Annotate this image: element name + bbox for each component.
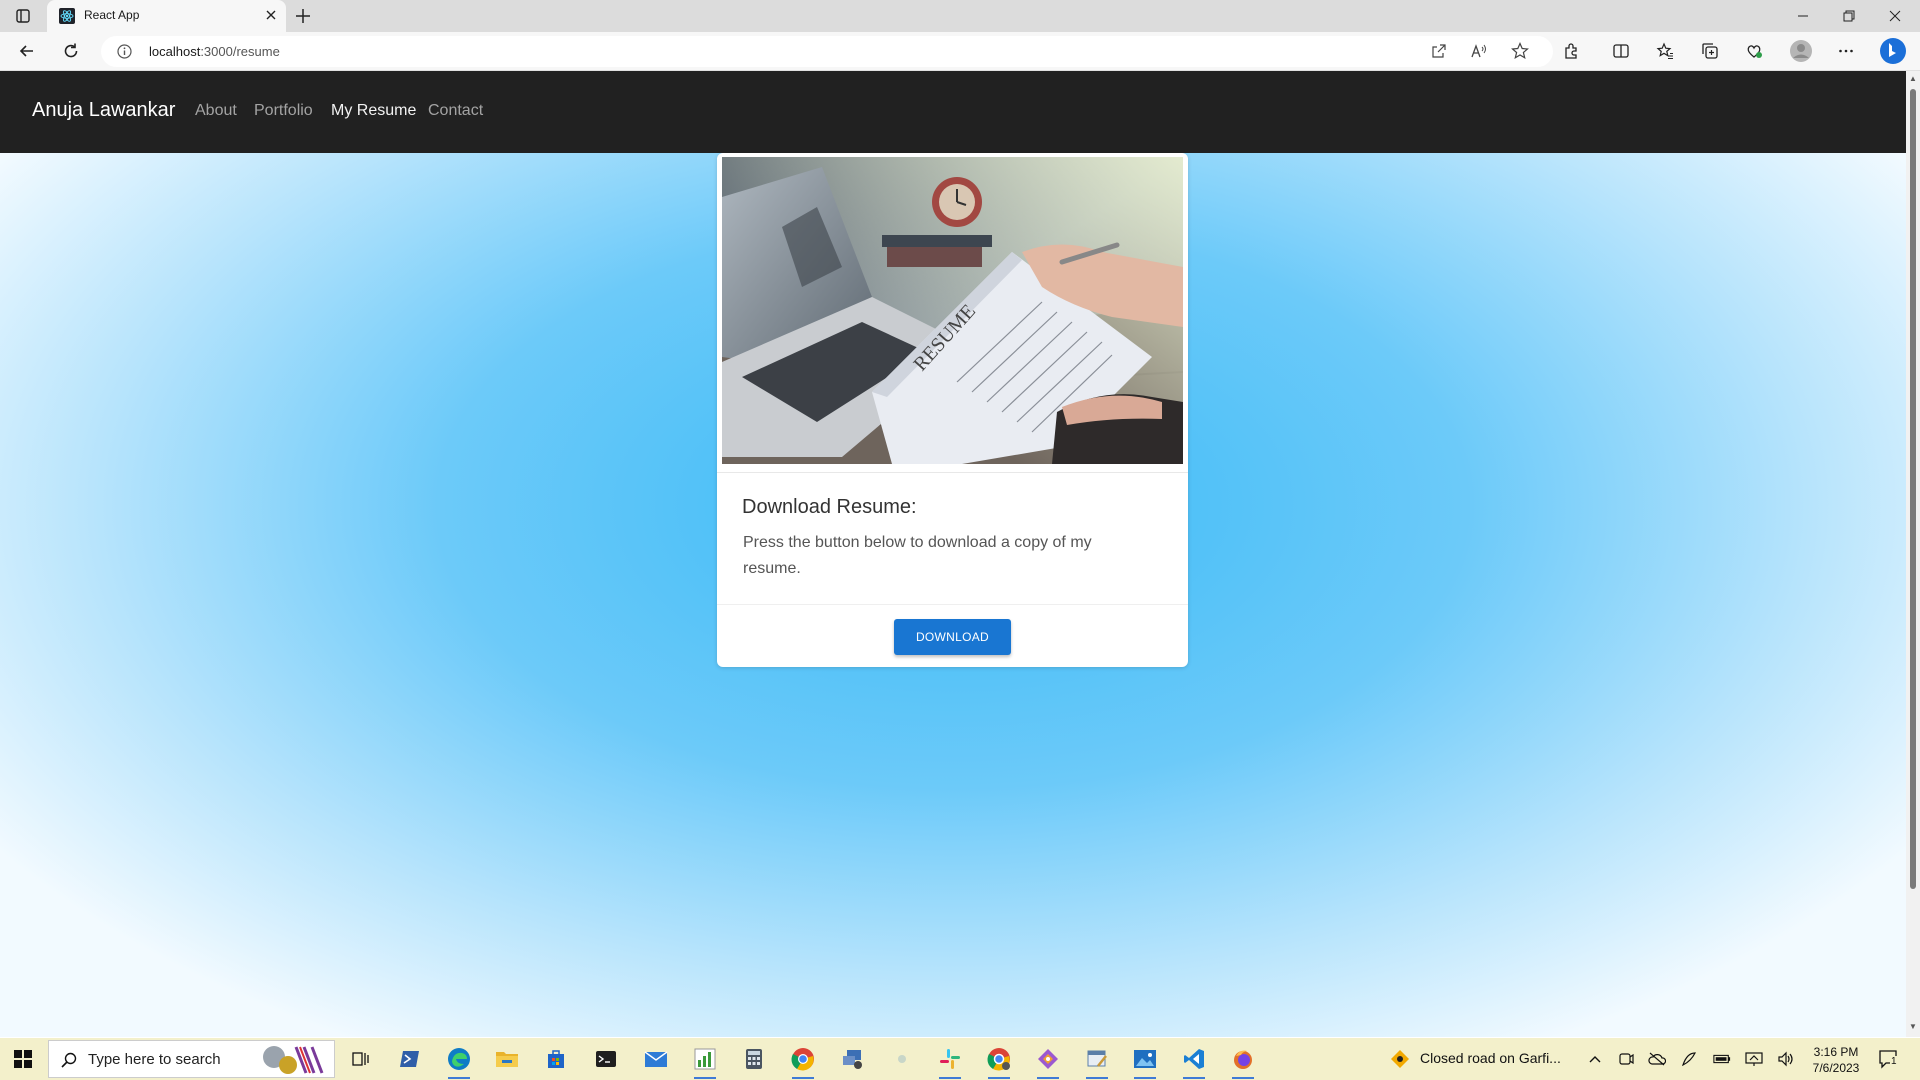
- browser-tab-strip: React App: [0, 0, 1920, 32]
- new-tab-icon[interactable]: [294, 7, 312, 25]
- collections-icon[interactable]: [1700, 41, 1720, 61]
- edge-app-icon[interactable]: [436, 1038, 482, 1080]
- active-app-indicator: [939, 1077, 961, 1079]
- microsoft-store-icon[interactable]: [533, 1038, 579, 1080]
- refresh-icon[interactable]: [61, 41, 81, 61]
- url-text: localhost:3000/resume: [149, 44, 280, 59]
- battery-icon[interactable]: [1713, 1050, 1731, 1068]
- settings-more-icon[interactable]: [1836, 41, 1856, 61]
- active-app-indicator: [1134, 1077, 1156, 1079]
- nav-link-portfolio[interactable]: Portfolio: [254, 102, 313, 120]
- vscode-app-icon[interactable]: [1171, 1038, 1217, 1080]
- site-info-icon[interactable]: [117, 44, 132, 59]
- scroll-down-arrow-icon[interactable]: ▼: [1909, 1023, 1917, 1031]
- browser-toolbar: localhost:3000/resume: [0, 32, 1920, 71]
- active-app-indicator: [988, 1077, 1010, 1079]
- news-widget[interactable]: Closed road on Garfi...: [1380, 1038, 1580, 1080]
- file-explorer-icon[interactable]: [484, 1038, 530, 1080]
- site-brand[interactable]: Anuja Lawankar: [32, 99, 175, 122]
- card-footer-divider: [717, 604, 1188, 605]
- scrollbar-thumb[interactable]: [1910, 89, 1916, 889]
- clock-date: 7/6/2023: [1812, 1061, 1860, 1075]
- active-app-indicator: [1037, 1077, 1059, 1079]
- back-icon[interactable]: [17, 41, 37, 61]
- favorite-star-icon[interactable]: [1510, 41, 1530, 61]
- windows-taskbar: Type here to search Closed road on Garfi…: [0, 1038, 1920, 1080]
- active-app-indicator: [694, 1077, 716, 1079]
- card-description: Press the button below to download a cop…: [743, 534, 1092, 577]
- site-navbar: Anuja Lawankar About Portfolio My Resume…: [0, 71, 1906, 153]
- restore-icon[interactable]: [1826, 0, 1872, 32]
- active-app-indicator: [792, 1077, 814, 1079]
- bing-chat-icon[interactable]: [1879, 37, 1907, 65]
- favorites-icon[interactable]: [1655, 41, 1675, 61]
- active-app-indicator: [1086, 1077, 1108, 1079]
- remote-desktop-icon[interactable]: [830, 1038, 876, 1080]
- active-app-indicator: [1183, 1077, 1205, 1079]
- pen-workspace-icon[interactable]: [1680, 1050, 1698, 1068]
- card-title: Download Resume:: [742, 496, 917, 518]
- tab-actions-icon[interactable]: [14, 7, 32, 25]
- taskbar-clock[interactable]: 3:16 PM 7/6/2023: [1808, 1044, 1864, 1076]
- minimize-icon[interactable]: [1780, 0, 1826, 32]
- extensions-icon[interactable]: [1562, 41, 1582, 61]
- resume-photo: RESUME: [722, 157, 1183, 464]
- tab-title: React App: [84, 8, 140, 22]
- notification-center-icon[interactable]: 1: [1878, 1049, 1900, 1069]
- page-viewport: Anuja Lawankar About Portfolio My Resume…: [0, 71, 1906, 1037]
- show-hidden-icons-chevron-icon[interactable]: [1586, 1050, 1604, 1068]
- split-screen-icon[interactable]: [1611, 41, 1631, 61]
- download-button[interactable]: DOWNLOAD: [894, 619, 1011, 655]
- nav-link-contact[interactable]: Contact: [428, 102, 483, 120]
- browser-essentials-icon[interactable]: [1744, 41, 1764, 61]
- firefox-app-icon[interactable]: [1220, 1038, 1266, 1080]
- photos-app-icon[interactable]: [1122, 1038, 1168, 1080]
- resume-card: RESUME Download Resume: Press the button…: [717, 153, 1188, 667]
- powershell-app-icon[interactable]: [387, 1038, 433, 1080]
- search-highlight-icon: [258, 1043, 328, 1075]
- charts-app-icon[interactable]: [682, 1038, 728, 1080]
- volume-icon[interactable]: [1777, 1050, 1795, 1068]
- calculator-app-icon[interactable]: [731, 1038, 777, 1080]
- task-view-icon[interactable]: [337, 1038, 383, 1080]
- close-tab-icon[interactable]: [264, 8, 278, 22]
- chrome-app-icon[interactable]: [780, 1038, 826, 1080]
- notepad-app-icon[interactable]: [1074, 1038, 1120, 1080]
- mail-app-icon[interactable]: [633, 1038, 679, 1080]
- react-favicon-icon: [59, 8, 75, 24]
- page-scrollbar[interactable]: ▲ ▼: [1906, 71, 1920, 1037]
- read-aloud-icon[interactable]: [1469, 41, 1489, 61]
- close-window-icon[interactable]: [1872, 0, 1918, 32]
- profile-avatar[interactable]: [1789, 39, 1813, 63]
- git-app-icon[interactable]: [1025, 1038, 1071, 1080]
- chrome-profile-app-icon[interactable]: [976, 1038, 1022, 1080]
- scroll-up-arrow-icon[interactable]: ▲: [1909, 75, 1917, 83]
- search-icon: [61, 1052, 77, 1068]
- notification-count: 1: [1890, 1056, 1898, 1067]
- address-bar[interactable]: localhost:3000/resume: [101, 36, 1553, 67]
- news-headline: Closed road on Garfi...: [1420, 1050, 1561, 1066]
- active-app-indicator: [1232, 1077, 1254, 1079]
- nav-link-about[interactable]: About: [195, 102, 237, 120]
- search-placeholder: Type here to search: [88, 1051, 221, 1068]
- browser-tab[interactable]: React App: [47, 0, 286, 32]
- taskbar-search-box[interactable]: Type here to search: [48, 1040, 335, 1078]
- meet-now-icon[interactable]: [1617, 1050, 1635, 1068]
- slack-app-icon[interactable]: [927, 1038, 973, 1080]
- active-app-indicator: [448, 1077, 470, 1079]
- pinned-app-icon[interactable]: [879, 1038, 925, 1080]
- windows-start-icon[interactable]: [0, 1038, 46, 1080]
- terminal-app-icon[interactable]: [583, 1038, 629, 1080]
- network-icon[interactable]: [1745, 1050, 1763, 1068]
- road-warning-icon: [1390, 1049, 1410, 1069]
- nav-link-my-resume[interactable]: My Resume: [331, 102, 416, 120]
- onedrive-offline-icon[interactable]: [1648, 1050, 1666, 1068]
- open-in-app-icon[interactable]: [1429, 41, 1449, 61]
- card-divider: [717, 472, 1188, 473]
- clock-time: 3:16 PM: [1813, 1045, 1859, 1059]
